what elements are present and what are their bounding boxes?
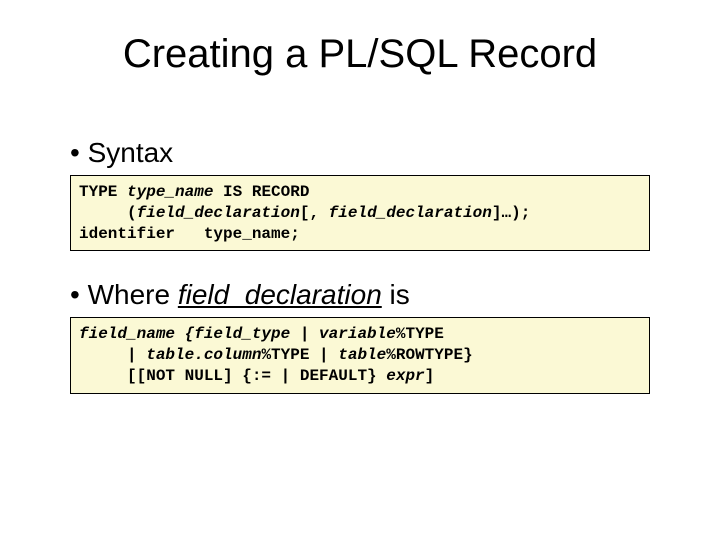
code-text: [, — [300, 204, 329, 222]
code-text: TYPE — [79, 183, 127, 201]
code-text: identifier type_name; — [79, 225, 300, 243]
bullet-syntax-text: • Syntax — [70, 137, 173, 168]
code-text: type_name — [127, 183, 213, 201]
code-text: field_declaration — [329, 204, 492, 222]
code-text: ] — [425, 367, 435, 385]
code-text: field_declaration — [137, 204, 300, 222]
code-text: ]…); — [492, 204, 530, 222]
code-text: field_name {field_type | variable — [79, 325, 396, 343]
bullet-where-prefix: • Where — [70, 279, 178, 310]
code-text: IS RECORD — [213, 183, 309, 201]
code-text: table — [338, 346, 386, 364]
code-text: expr — [386, 367, 424, 385]
bullet-field-declaration: • Where field_declaration is — [70, 279, 680, 311]
slide: Creating a PL/SQL Record • Syntax TYPE t… — [0, 0, 720, 540]
code-block-syntax: TYPE type_name IS RECORD (field_declarat… — [70, 175, 650, 251]
code-text: table.column — [146, 346, 261, 364]
bullet-syntax: • Syntax — [70, 137, 680, 169]
code-text: %TYPE — [396, 325, 444, 343]
bullet-where-suffix: is — [382, 279, 410, 310]
code-text: %ROWTYPE} — [386, 346, 472, 364]
bullet-where-term: field_declaration — [178, 279, 382, 310]
page-title: Creating a PL/SQL Record — [40, 32, 680, 77]
code-text: %TYPE | — [261, 346, 338, 364]
code-block-field-declaration: field_name {field_type | variable%TYPE |… — [70, 317, 650, 393]
code-text: | — [79, 346, 146, 364]
code-text: [[NOT NULL] {:= | DEFAULT} — [79, 367, 386, 385]
code-text: ( — [79, 204, 137, 222]
